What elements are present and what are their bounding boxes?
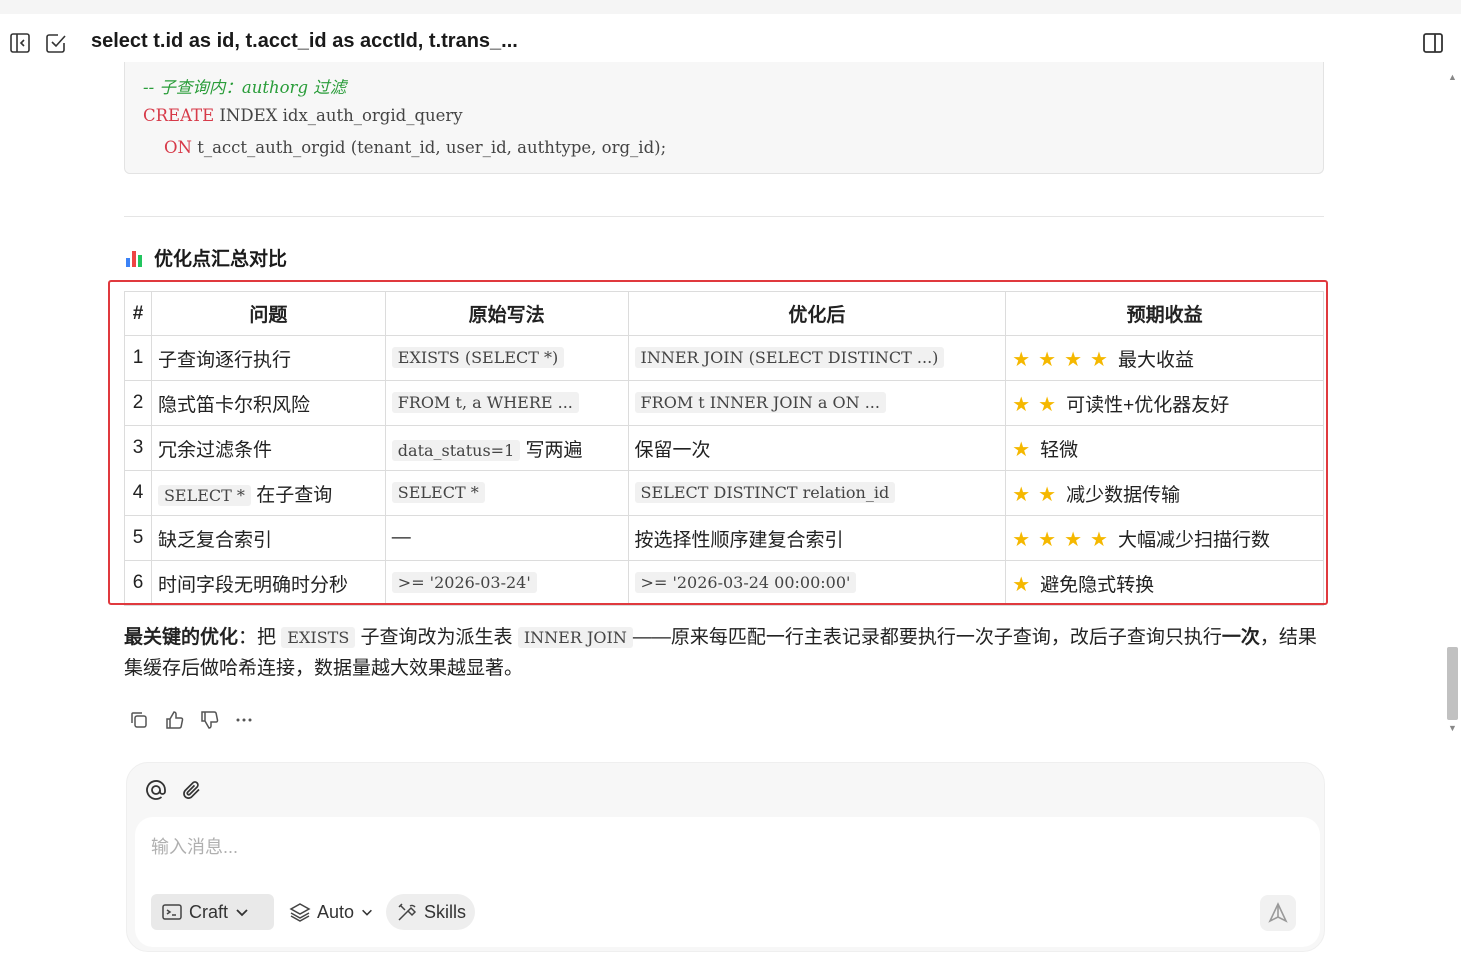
more-options-icon[interactable] bbox=[233, 709, 255, 731]
scrollbar[interactable] bbox=[1445, 70, 1459, 735]
send-button[interactable] bbox=[1260, 895, 1296, 931]
layers-icon bbox=[289, 903, 311, 922]
model-select-auto[interactable]: Auto bbox=[279, 894, 375, 930]
summary-bold-lead: 最关键的优化 bbox=[124, 627, 239, 648]
copy-icon[interactable] bbox=[128, 709, 150, 731]
bar-chart-icon bbox=[126, 249, 146, 267]
code-block: -- 子查询内：authorg 过滤 CREATE INDEX idx_auth… bbox=[124, 62, 1324, 174]
tools-icon bbox=[398, 903, 417, 921]
skills-label: Skills bbox=[424, 901, 467, 922]
attachment-icon[interactable] bbox=[181, 779, 203, 801]
code-line-on: ON t_acct_auth_orgid (tenant_id, user_id… bbox=[143, 138, 666, 157]
section-heading: 优化点汇总对比 bbox=[126, 244, 287, 271]
thumbs-down-icon[interactable] bbox=[198, 709, 220, 731]
mention-icon[interactable] bbox=[145, 779, 167, 801]
skills-button[interactable]: Skills bbox=[386, 894, 475, 930]
model-label: Auto bbox=[317, 901, 355, 922]
code-text: INDEX idx_auth_orgid_query bbox=[214, 106, 463, 125]
scrollbar-thumb[interactable] bbox=[1447, 647, 1458, 720]
task-check-icon[interactable] bbox=[45, 32, 67, 54]
section-title: 优化点汇总对比 bbox=[154, 249, 288, 270]
summary-paragraph: 最关键的优化：把 EXISTS 子查询改为派生表 INNER JOIN ——原来每… bbox=[124, 622, 1324, 684]
terminal-icon bbox=[162, 904, 182, 920]
sidebar-toggle-icon[interactable] bbox=[9, 32, 31, 54]
window-top-strip bbox=[0, 0, 1461, 14]
message-composer: Craft Auto Skills bbox=[126, 762, 1325, 952]
scroll-up-icon[interactable]: ▲ bbox=[1448, 72, 1457, 82]
side-panel-icon[interactable] bbox=[1422, 32, 1444, 54]
message-actions bbox=[128, 709, 255, 731]
section-divider bbox=[124, 216, 1324, 217]
inline-code: EXISTS bbox=[281, 627, 356, 648]
summary-text: ——原来每匹配一行主表记录都要执行一次子查询，改后子查询只执行 bbox=[632, 627, 1222, 648]
page-title: select t.id as id, t.acct_id as acctId, … bbox=[91, 30, 518, 52]
highlight-box bbox=[108, 280, 1328, 605]
code-keyword-create: CREATE bbox=[143, 106, 215, 125]
mode-select-craft[interactable]: Craft bbox=[151, 894, 274, 930]
code-text: t_acct_auth_orgid (tenant_id, user_id, a… bbox=[191, 138, 667, 157]
mode-label: Craft bbox=[189, 901, 229, 922]
chevron-down-icon bbox=[362, 909, 372, 916]
chevron-down-icon bbox=[236, 909, 248, 917]
send-icon bbox=[1268, 902, 1288, 923]
thumbs-up-icon[interactable] bbox=[163, 709, 185, 731]
scroll-down-icon[interactable]: ▼ bbox=[1448, 723, 1457, 733]
message-input[interactable] bbox=[149, 831, 1303, 863]
summary-text: 子查询改为派生表 bbox=[355, 627, 518, 648]
inline-code: INNER JOIN bbox=[517, 627, 633, 648]
code-keyword-on: ON bbox=[163, 138, 192, 157]
summary-bold: 一次 bbox=[1221, 627, 1260, 648]
code-line-create: CREATE INDEX idx_auth_orgid_query bbox=[143, 106, 463, 125]
code-comment: -- 子查询内：authorg 过滤 bbox=[143, 78, 347, 97]
summary-text: ：把 bbox=[238, 627, 282, 648]
composer-input-area: Craft Auto Skills bbox=[135, 817, 1320, 947]
